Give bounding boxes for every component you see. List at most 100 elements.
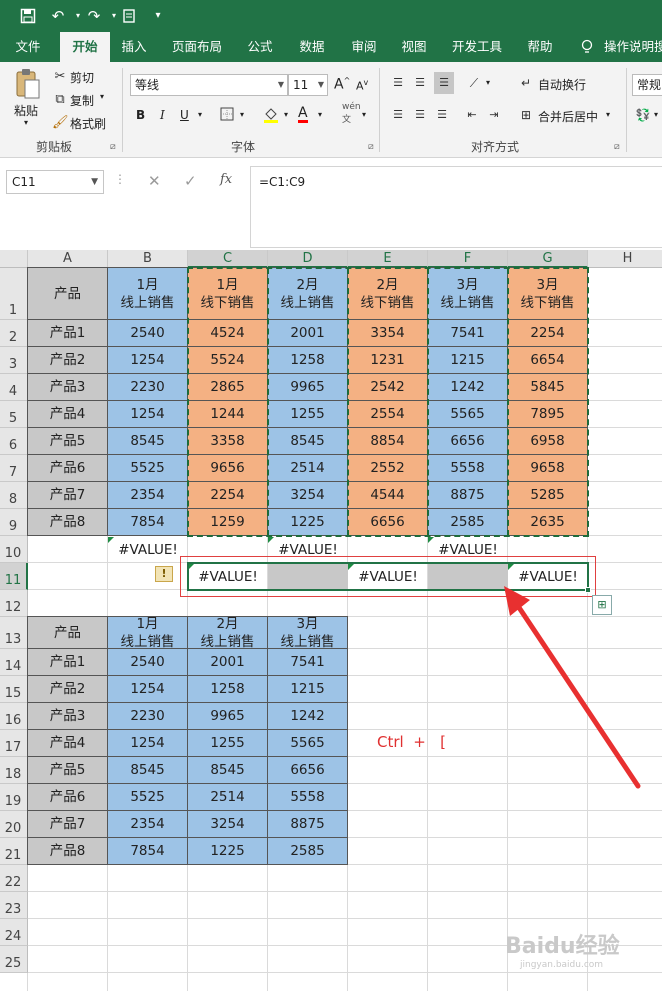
border-icon[interactable] (218, 107, 236, 127)
border-dropdown-icon[interactable]: ▾ (240, 110, 244, 119)
tab-page-layout[interactable]: 页面布局 (164, 32, 230, 62)
formula-bar-grip-icon[interactable]: ⋮ (114, 172, 126, 186)
clipboard-launcher-icon[interactable]: ⧄ (110, 142, 116, 152)
column-header-d[interactable]: D (268, 250, 348, 268)
row-header-23[interactable]: 23 (0, 892, 28, 919)
paste-dropdown-icon[interactable]: ▾ (24, 118, 28, 127)
enter-icon[interactable]: ✓ (184, 172, 197, 190)
error-cell[interactable]: #VALUE! (108, 536, 188, 563)
font-color-icon[interactable]: A (298, 106, 308, 123)
tab-data[interactable]: 数据 (292, 32, 332, 62)
copy-dropdown-icon[interactable]: ▾ (100, 92, 104, 101)
format-painter-icon[interactable]: 🖌 (52, 114, 69, 132)
wrap-text-icon[interactable]: ↵ (518, 74, 534, 92)
tab-view[interactable]: 视图 (394, 32, 434, 62)
wrap-text-button[interactable]: 自动换行 (538, 76, 586, 93)
fill-dropdown-icon[interactable]: ▾ (284, 110, 288, 119)
row-header-6[interactable]: 6 (0, 428, 28, 455)
row-header-21[interactable]: 21 (0, 838, 28, 865)
row-header-24[interactable]: 24 (0, 919, 28, 946)
bold-button[interactable]: B (136, 108, 145, 122)
tab-insert[interactable]: 插入 (114, 32, 154, 62)
font-name-combo[interactable]: 等线 ▼ (130, 74, 288, 96)
worksheet-grid[interactable]: A B C D E F G H 1 2 3 4 5 6 7 8 9 10 11 12 13 14 15 16 17 18 19 20 2… (0, 250, 662, 991)
lightbulb-icon[interactable] (578, 32, 596, 62)
copy-icon[interactable]: ⧉ (52, 91, 68, 109)
row-header-4[interactable]: 4 (0, 374, 28, 401)
orientation-dropdown-icon[interactable]: ▾ (486, 78, 490, 87)
column-header-e[interactable]: E (348, 250, 428, 268)
accounting-format-icon[interactable]: 💱 (634, 106, 652, 124)
tab-developer[interactable]: 开发工具 (446, 32, 508, 62)
column-header-b[interactable]: B (108, 250, 188, 268)
tab-help[interactable]: 帮助 (520, 32, 560, 62)
row-header-2[interactable]: 2 (0, 320, 28, 347)
tab-home[interactable]: 开始 (60, 32, 110, 62)
format-painter-button[interactable]: 格式刷 (70, 115, 106, 132)
print-preview-icon[interactable] (118, 4, 142, 28)
shrink-font-icon[interactable]: Av (356, 78, 368, 93)
row-header-17[interactable]: 17 (0, 730, 28, 757)
row-header-15[interactable]: 15 (0, 676, 28, 703)
merge-center-button[interactable]: 合并后居中 (538, 108, 598, 125)
align-bottom-icon[interactable]: ☰ (434, 72, 454, 94)
paste-button[interactable]: 粘贴 (14, 102, 38, 119)
cancel-icon[interactable]: ✕ (148, 172, 161, 190)
phonetic-dropdown-icon[interactable]: ▾ (362, 110, 366, 119)
row-header-8[interactable]: 8 (0, 482, 28, 509)
align-middle-icon[interactable]: ☰ (412, 74, 428, 92)
formula-input[interactable]: =C1:C9 (250, 166, 662, 248)
decrease-indent-icon[interactable]: ⇤ (464, 106, 480, 124)
cut-icon[interactable]: ✂ (52, 68, 68, 86)
row-header-25[interactable]: 25 (0, 946, 28, 973)
font-size-combo[interactable]: 11 ▼ (288, 74, 328, 96)
row-header-20[interactable]: 20 (0, 811, 28, 838)
row-header-11[interactable]: 11 (0, 563, 28, 590)
fill-color-icon[interactable] (262, 106, 280, 130)
row-header-10[interactable]: 10 (0, 536, 28, 563)
insert-function-icon[interactable]: fx (220, 172, 232, 187)
row-header-12[interactable]: 12 (0, 590, 28, 617)
column-header-h[interactable]: H (588, 250, 662, 268)
align-left-icon[interactable]: ☰ (390, 106, 406, 124)
save-icon[interactable] (16, 4, 40, 28)
row-header-3[interactable]: 3 (0, 347, 28, 374)
name-box[interactable]: C11 ▼ (6, 170, 104, 194)
orientation-icon[interactable]: ⟋ (464, 74, 484, 92)
underline-button[interactable]: U (180, 108, 189, 122)
column-header-g[interactable]: G (508, 250, 588, 268)
align-right-icon[interactable]: ☰ (434, 106, 450, 124)
italic-button[interactable]: I (160, 108, 165, 122)
increase-indent-icon[interactable]: ⇥ (486, 106, 502, 124)
paste-icon[interactable] (12, 68, 44, 102)
align-center-icon[interactable]: ☰ (412, 106, 428, 124)
copy-button[interactable]: 复制 (70, 92, 94, 109)
warning-icon[interactable]: ! (155, 566, 173, 582)
accounting-dropdown-icon[interactable]: ▾ (654, 110, 658, 119)
column-header-c[interactable]: C (188, 250, 268, 268)
tab-formulas[interactable]: 公式 (240, 32, 280, 62)
column-header-a[interactable]: A (28, 250, 108, 268)
row-header-16[interactable]: 16 (0, 703, 28, 730)
merge-center-icon[interactable]: ⊞ (518, 106, 534, 124)
grow-font-icon[interactable]: A^ (334, 76, 350, 93)
row-header-19[interactable]: 19 (0, 784, 28, 811)
cut-button[interactable]: 剪切 (70, 69, 94, 86)
row-header-22[interactable]: 22 (0, 865, 28, 892)
select-all-corner[interactable] (0, 250, 28, 268)
row-header-13[interactable]: 13 (0, 617, 28, 649)
row-header-9[interactable]: 9 (0, 509, 28, 536)
phonetic-guide-icon[interactable]: wén 文 (342, 102, 361, 125)
font-color-dropdown-icon[interactable]: ▾ (318, 110, 322, 119)
row-header-14[interactable]: 14 (0, 649, 28, 676)
tell-me-search[interactable]: 操作说明搜 (604, 32, 662, 62)
row-header-7[interactable]: 7 (0, 455, 28, 482)
tab-review[interactable]: 审阅 (344, 32, 384, 62)
tab-file[interactable]: 文件 (8, 32, 48, 62)
merge-dropdown-icon[interactable]: ▾ (606, 110, 610, 119)
row-header-18[interactable]: 18 (0, 757, 28, 784)
font-launcher-icon[interactable]: ⧄ (368, 142, 374, 152)
underline-dropdown-icon[interactable]: ▾ (198, 110, 202, 119)
row-header-5[interactable]: 5 (0, 401, 28, 428)
row-header-1[interactable]: 1 (0, 268, 28, 320)
